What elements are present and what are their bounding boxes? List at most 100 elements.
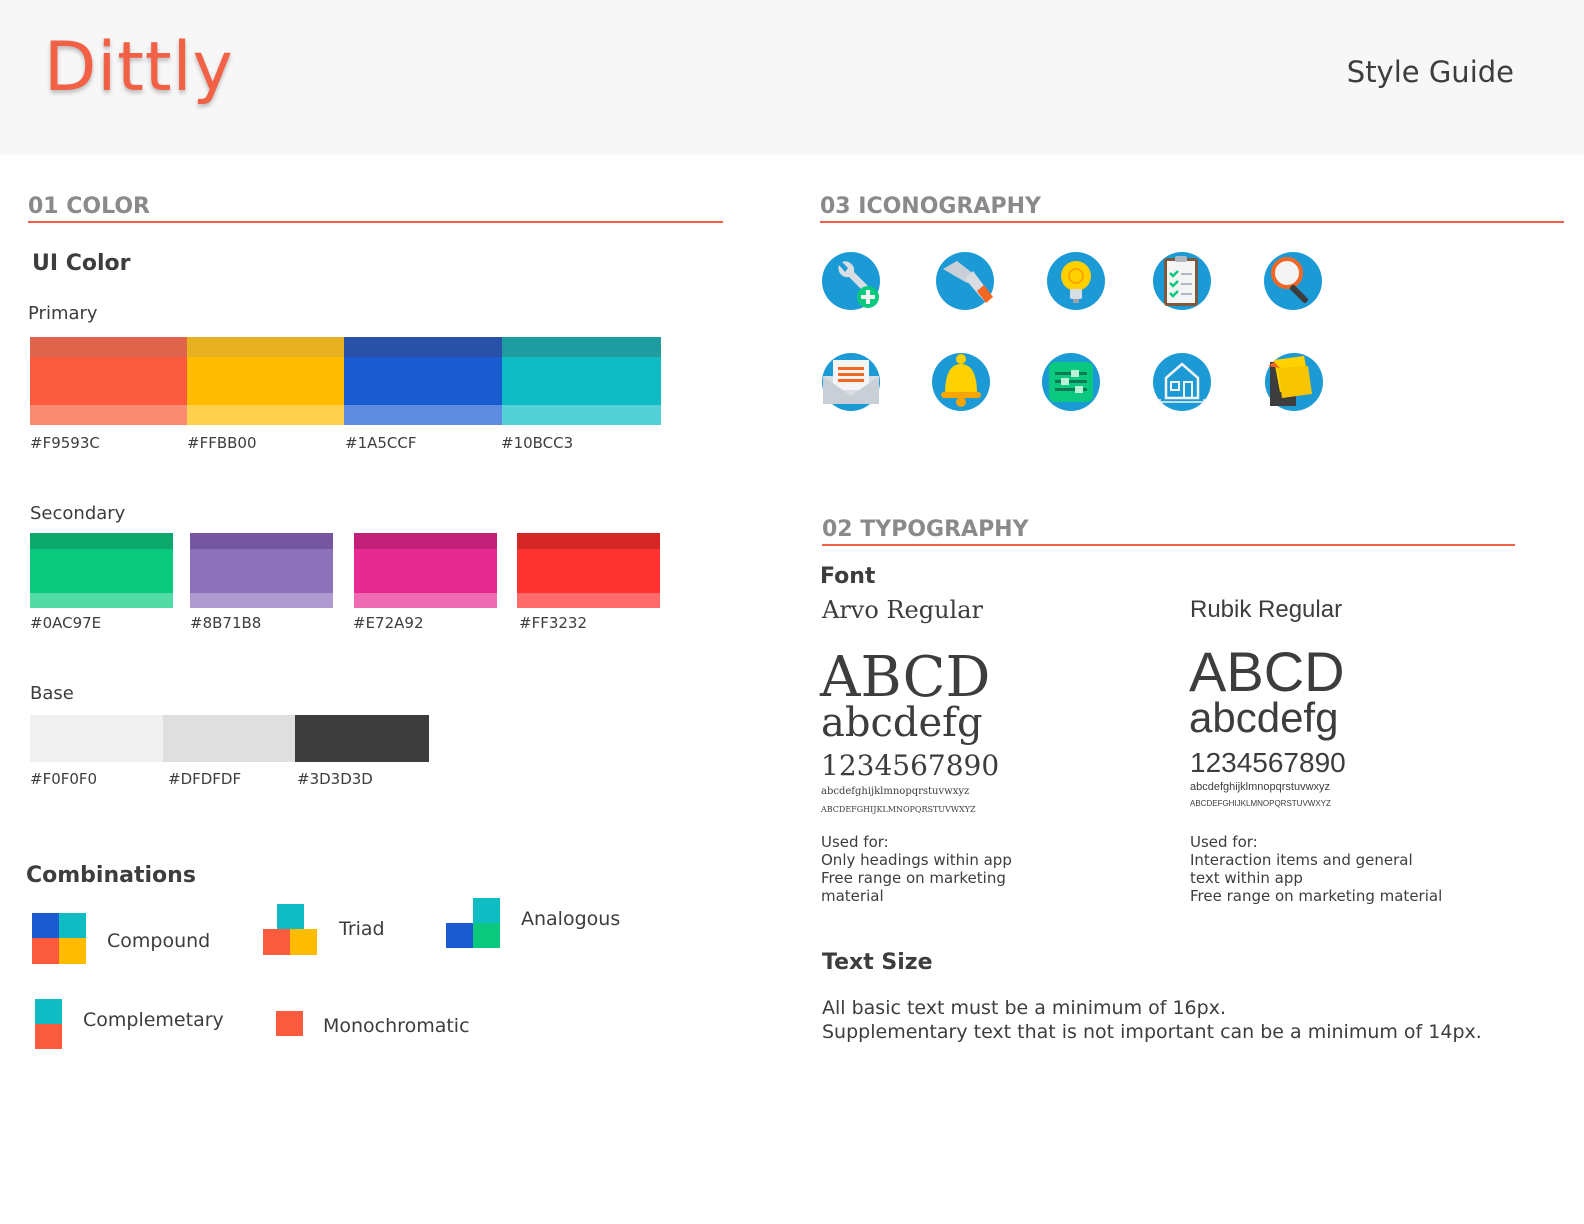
swatch-base-charcoal: [295, 715, 429, 762]
magnifier-icon: [1263, 251, 1323, 311]
swatch-dark-band: [354, 533, 497, 549]
swatch-main-band: [30, 357, 187, 405]
swatch-primary-blue: [344, 337, 502, 425]
swatch-dark-band: [502, 337, 661, 357]
typography-section-title: 02 TYPOGRAPHY: [822, 517, 1029, 542]
color-square: [290, 929, 317, 955]
typography-section-rule: [822, 544, 1515, 546]
base-label: Base: [30, 683, 74, 704]
hammer-icon: [935, 251, 995, 311]
arvo-digits-sample: 1234567890: [821, 749, 1000, 782]
swatch-primary-teal: [502, 337, 661, 425]
envelope-icon: [821, 352, 881, 412]
color-square: [35, 1024, 62, 1049]
usage-item: Free range on marketing material: [1190, 887, 1443, 905]
hex-label: #F0F0F0: [30, 770, 98, 788]
text-size-rule: Supplementary text that is not important…: [822, 1021, 1482, 1043]
color-square: [35, 999, 62, 1024]
text-size-rule: All basic text must be a minimum of 16px…: [822, 997, 1226, 1019]
swatch-main-band: [354, 549, 497, 593]
hex-label: #E72A92: [353, 614, 424, 632]
complementary-label: Complemetary: [83, 1009, 224, 1031]
usage-label: Used for:: [821, 833, 889, 851]
primary-label: Primary: [28, 303, 98, 324]
swatch-base-gray: [163, 715, 295, 762]
hex-label: #FFBB00: [187, 434, 257, 452]
compound-swatch: [32, 913, 86, 964]
brand-logo: Dittly: [44, 28, 234, 107]
checklist-icon: [1152, 251, 1212, 311]
hex-label: #3D3D3D: [297, 770, 373, 788]
swatch-dark-band: [187, 337, 344, 357]
monochromatic-swatch: [276, 1011, 303, 1036]
triad-label: Triad: [339, 918, 385, 940]
color-section-rule: [28, 221, 723, 223]
swatch-light-band: [30, 593, 173, 608]
swatch-main-band: [344, 357, 502, 405]
rubik-uppercase-sample: ABCD: [1189, 640, 1345, 703]
color-square: [446, 923, 473, 948]
hex-label: #0AC97E: [30, 614, 102, 632]
text-size-heading: Text Size: [822, 950, 933, 975]
swatch-main-band: [187, 357, 344, 405]
swatch-primary-coral: [30, 337, 187, 425]
rubik-digits-sample: 1234567890: [1190, 747, 1346, 778]
iconography-section-title: 03 ICONOGRAPHY: [820, 194, 1041, 219]
swatch-primary-amber: [187, 337, 344, 425]
swatch-main-band: [502, 357, 661, 405]
swatch-light-band: [190, 593, 333, 608]
color-square: [473, 923, 500, 948]
hex-label: #FF3232: [519, 614, 587, 632]
triad-swatch: [263, 904, 318, 955]
rubik-alphabet-lower: abcdefghijklmnopqrstuvwxyz: [1190, 781, 1331, 793]
swatch-main-band: [190, 549, 333, 593]
combinations-heading: Combinations: [26, 863, 196, 888]
color-square: [263, 929, 290, 955]
swatch-secondary-purple: [190, 533, 333, 608]
complementary-swatch: [35, 999, 62, 1049]
color-square: [473, 898, 500, 923]
rubik-lowercase-sample: abcdefg: [1189, 694, 1339, 741]
swatch-dark-band: [517, 533, 660, 549]
usage-item: Only headings within app: [821, 851, 1012, 869]
wrench-add-icon: [821, 251, 881, 311]
usage-item: material: [821, 887, 884, 905]
usage-item: Free range on marketing: [821, 869, 1006, 887]
rubik-usage: Used for: Interaction items and general …: [1190, 833, 1442, 905]
hex-label: #10BCC3: [501, 434, 574, 452]
swatch-light-band: [30, 405, 187, 425]
compound-label: Compound: [107, 930, 211, 952]
settings-sliders-icon: [1041, 352, 1101, 412]
hex-label: #8B71B8: [190, 614, 262, 632]
color-square: [59, 913, 86, 938]
swatch-light-band: [344, 405, 502, 425]
lightbulb-icon: [1046, 251, 1106, 311]
arvo-alphabet-upper: ABCDEFGHIJKLMNOPQRSTUVWXYZ: [821, 805, 976, 814]
swatch-main-band: [30, 549, 173, 593]
swatch-base-light-gray: [30, 715, 163, 762]
iconography-section-rule: [820, 221, 1564, 223]
hex-label: #1A5CCF: [345, 434, 417, 452]
arvo-font-name: Arvo Regular: [822, 596, 983, 624]
secondary-label: Secondary: [30, 503, 126, 524]
usage-item: text within app: [1190, 869, 1303, 887]
color-square: [32, 913, 59, 938]
swatch-light-band: [517, 593, 660, 608]
arvo-alphabet-lower: abcdefghijklmnopqrstuvwxyz: [821, 786, 970, 797]
monochromatic-label: Monochromatic: [323, 1015, 470, 1037]
swatch-light-band: [502, 405, 661, 425]
analogous-swatch: [446, 898, 500, 948]
swatch-dark-band: [344, 337, 502, 357]
hex-label: #F9593C: [30, 434, 100, 452]
usage-label: Used for:: [1190, 833, 1258, 851]
usage-item: Interaction items and general: [1190, 851, 1413, 869]
color-square: [32, 938, 59, 964]
bell-icon: [931, 352, 991, 412]
text-size-rules: All basic text must be a minimum of 16px…: [822, 996, 1482, 1044]
swatch-secondary-magenta: [354, 533, 497, 608]
swatch-main-band: [517, 549, 660, 593]
sticky-notes-icon: [1264, 352, 1324, 412]
ui-color-heading: UI Color: [32, 251, 131, 276]
analogous-label: Analogous: [521, 908, 621, 930]
font-heading: Font: [820, 564, 876, 589]
